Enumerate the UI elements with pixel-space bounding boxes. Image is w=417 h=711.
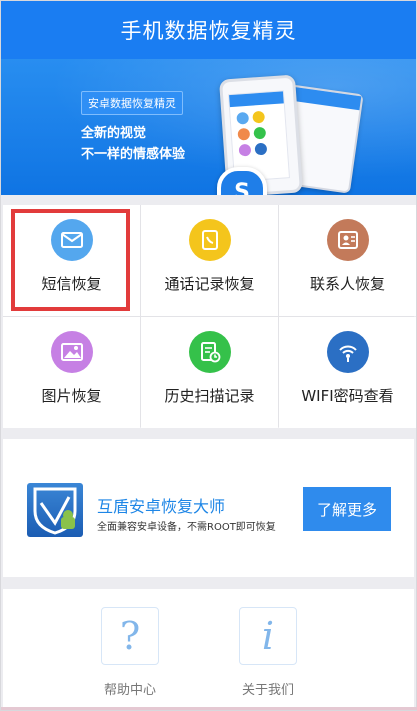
feature-label: WIFI密码查看	[301, 387, 394, 405]
help-center-link[interactable]: ? 帮助中心	[101, 607, 159, 698]
promo-card[interactable]: 互盾安卓恢复大师 全面兼容安卓设备，不需ROOT即可恢复 了解更多	[3, 439, 414, 577]
feature-wifi-password[interactable]: WIFI密码查看	[279, 317, 416, 428]
promo-subtitle: 全面兼容安卓设备，不需ROOT即可恢复	[97, 522, 276, 533]
feature-label: 图片恢复	[41, 387, 102, 405]
about-us-label: 关于我们	[241, 683, 294, 698]
promo-banner[interactable]: 安卓数据恢复精灵 全新的视觉 不一样的情感体验 S	[1, 59, 416, 195]
about-us-link[interactable]: i 关于我们	[239, 607, 297, 698]
bottom-links: ? 帮助中心 i 关于我们	[3, 589, 414, 709]
app-window: 手机数据恢复精灵 安卓数据恢复精灵 全新的视觉 不一样的情感体验 S 短信恢复 …	[0, 0, 417, 711]
bottom-divider	[1, 707, 417, 710]
feature-photo-recovery[interactable]: 图片恢复	[3, 317, 140, 428]
shield-android-logo	[27, 483, 83, 537]
picture-icon	[50, 331, 93, 373]
app-logo-badge: S	[217, 167, 267, 195]
help-center-label: 帮助中心	[103, 683, 156, 698]
feature-label: 联系人恢复	[309, 275, 385, 293]
info-icon: i	[239, 607, 297, 665]
learn-more-button[interactable]: 了解更多	[303, 487, 391, 531]
question-mark-icon: ?	[101, 607, 159, 665]
app-title: 手机数据恢复精灵	[120, 19, 297, 43]
contact-card-icon	[326, 219, 369, 261]
feature-label: 历史扫描记录	[164, 387, 255, 405]
clock-document-icon	[188, 331, 231, 373]
promo-title: 互盾安卓恢复大师	[97, 497, 226, 516]
banner-subheadline: 不一样的情感体验	[81, 147, 186, 162]
banner-tag: 安卓数据恢复精灵	[81, 91, 183, 115]
wifi-icon	[326, 331, 369, 373]
feature-label: 通话记录恢复	[164, 275, 255, 293]
app-header: 手机数据恢复精灵	[1, 1, 416, 59]
selection-highlight-box	[11, 209, 130, 311]
feature-contacts-recovery[interactable]: 联系人恢复	[279, 205, 416, 316]
banner-headline: 全新的视觉	[81, 126, 147, 141]
feature-scan-history[interactable]: 历史扫描记录	[141, 317, 278, 428]
phone-book-icon	[188, 219, 231, 261]
feature-call-log-recovery[interactable]: 通话记录恢复	[141, 205, 278, 316]
